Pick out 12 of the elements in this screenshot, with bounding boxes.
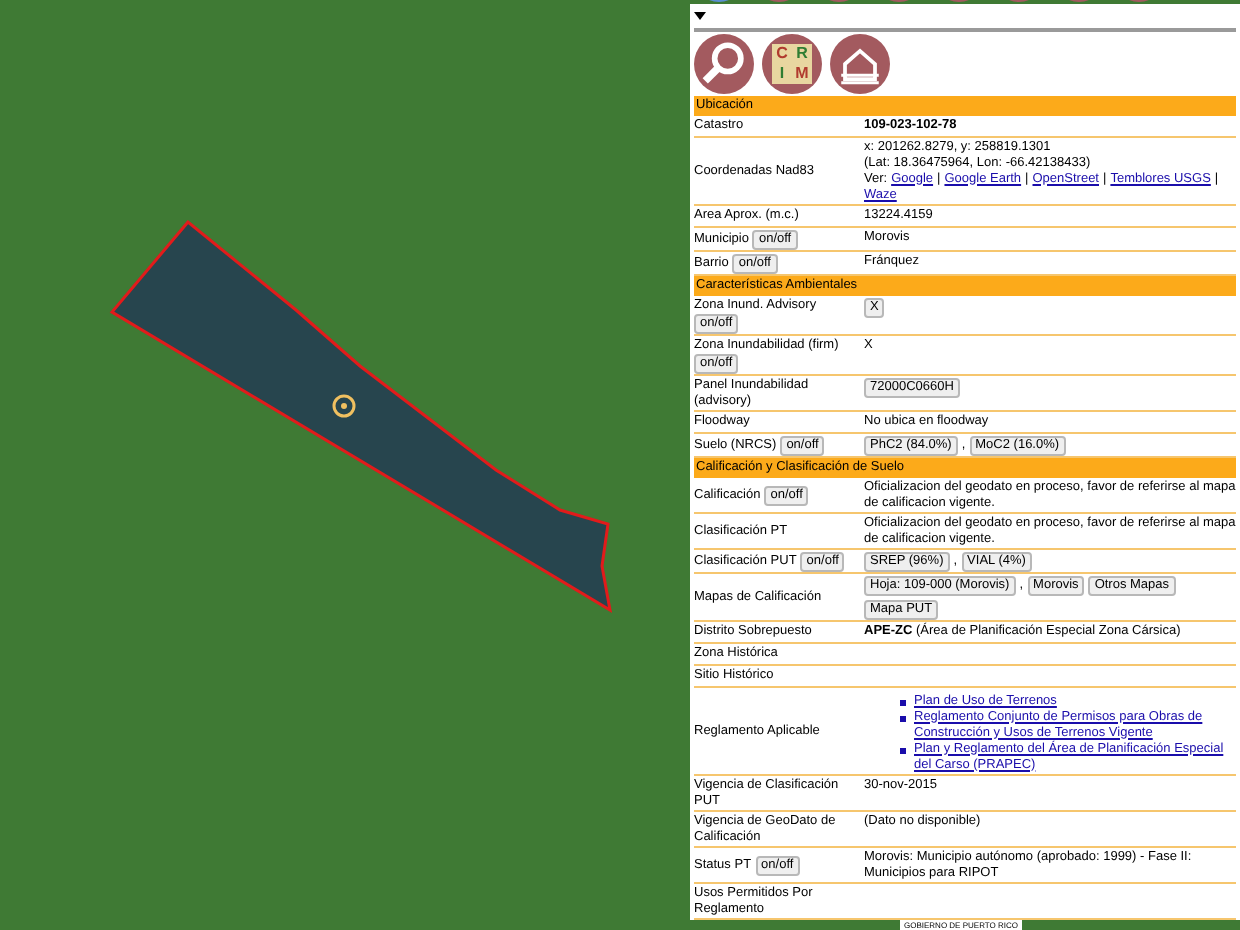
logo-letter: C [774, 44, 790, 64]
house-flood-icon[interactable] [830, 34, 890, 94]
logo-letter: R [794, 44, 810, 64]
logo-letter: I [777, 64, 787, 84]
zoom-tool-icon[interactable] [694, 34, 754, 94]
target-icon [332, 394, 356, 418]
crim-logo[interactable]: C R I M [762, 34, 822, 94]
bullet-icon [900, 747, 906, 753]
logo-letter: M [793, 64, 811, 84]
bullet-icon [900, 715, 906, 721]
caret-icon[interactable] [694, 12, 706, 20]
bullet-icon [900, 699, 906, 705]
